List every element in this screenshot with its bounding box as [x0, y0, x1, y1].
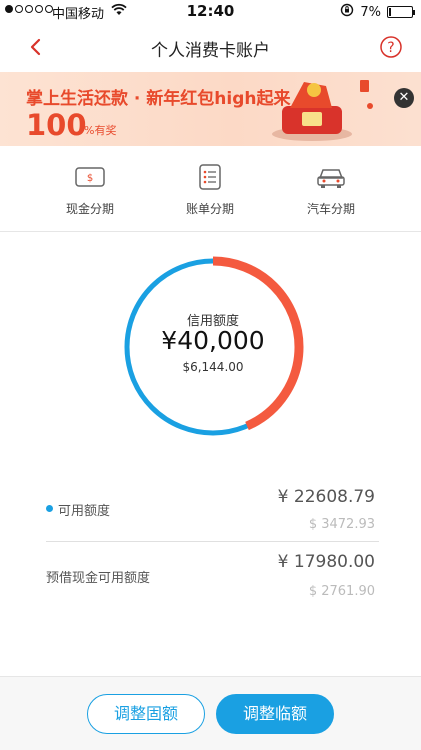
promo-banner[interactable]: 掌上生活还款 · 新年红包high起来 100 %有奖	[0, 72, 421, 146]
close-icon[interactable]: ✕	[394, 88, 414, 108]
cash-advance-usd: $ 2761.90	[308, 584, 375, 599]
action-label: 现金分期	[65, 202, 114, 216]
question-circle-icon[interactable]: ?	[379, 35, 403, 59]
action-cash-installment[interactable]: $ 现金分期	[40, 164, 140, 217]
banner-title: 掌上生活还款 · 新年红包high起来	[26, 89, 291, 109]
action-bill-installment[interactable]: 账单分期	[160, 164, 260, 217]
cash-advance-label: 预借现金可用额度	[46, 571, 151, 586]
cash-icon: $	[74, 164, 106, 190]
credit-limit-amount: ¥40,000	[161, 326, 265, 355]
cash-advance-cny: ¥ 17980.00	[277, 552, 375, 572]
credit-limit-gauge: 信用额度 ¥40,000 $6,144.00	[122, 256, 304, 438]
action-car-installment[interactable]: 汽车分期	[281, 164, 381, 217]
car-icon	[315, 164, 347, 190]
svg-text:$: $	[87, 173, 93, 184]
banner-amount-unit: %有奖	[84, 124, 117, 137]
battery-percent: 7%	[360, 4, 381, 20]
bottom-action-bar: 调整固额 调整临额	[0, 676, 421, 750]
available-credit-label: 可用额度	[58, 504, 111, 519]
page-title: 个人消费卡账户	[151, 41, 270, 61]
bill-list-icon	[194, 164, 226, 190]
installment-actions: $ 现金分期 账单分期 汽车分期	[0, 146, 421, 232]
red-envelope-illustration	[268, 76, 378, 142]
action-label: 汽车分期	[306, 202, 355, 216]
rotation-lock-icon	[340, 3, 354, 21]
action-label: 账单分期	[185, 202, 234, 216]
adjust-temporary-limit-button[interactable]: 调整临额	[216, 694, 334, 734]
svg-text:?: ?	[387, 40, 394, 56]
status-bar: 中国移动 12:40 7%	[0, 0, 421, 22]
available-credit-usd: $ 3472.93	[308, 517, 375, 532]
available-credit-dot	[46, 505, 53, 512]
credit-limit-usd: $6,144.00	[182, 360, 244, 374]
available-credit-cny: ¥ 22608.79	[277, 487, 375, 507]
nav-bar: 个人消费卡账户 ?	[0, 22, 421, 72]
adjust-fixed-limit-button[interactable]: 调整固额	[87, 694, 205, 734]
banner-amount: 100	[26, 108, 87, 142]
divider	[46, 541, 379, 542]
battery-icon	[387, 6, 415, 18]
